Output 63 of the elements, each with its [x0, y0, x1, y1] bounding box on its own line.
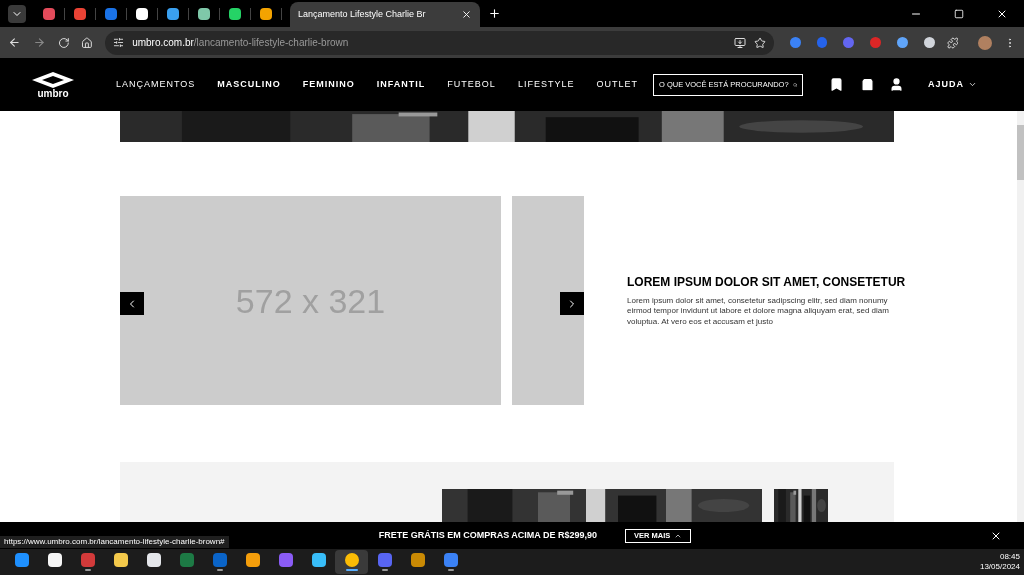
site-icon	[260, 7, 272, 20]
site-icon	[43, 7, 55, 20]
feature-text: Lorem ipsum dolor sit amet, consetetur sadipscing elitr, sed diam nonumy eirmod tempor invidunt ut labore et dolore magna aliquyam erat, sed diam voluptua. At vero eos et accusam et justo	[627, 295, 890, 328]
close-icon[interactable]	[461, 9, 472, 20]
tab-title: Lançamento Lifestyle Charlie Br	[298, 7, 427, 21]
avatar[interactable]	[978, 35, 993, 50]
user-icon[interactable]	[889, 77, 904, 92]
nav-link[interactable]: INFANTIL	[376, 77, 426, 92]
app-icon	[278, 553, 293, 567]
clock-date: 13/05/2024	[979, 562, 1020, 572]
back-icon[interactable]	[8, 36, 21, 49]
site-icon	[167, 7, 179, 20]
site-icon	[105, 7, 117, 20]
new-tab-icon[interactable]	[488, 7, 501, 20]
nav-link[interactable]: LIFESTYLE	[517, 77, 575, 92]
app-icon	[443, 553, 458, 567]
bookmark-star-icon[interactable]	[753, 36, 766, 49]
app-icon	[179, 553, 194, 567]
extension-icon[interactable]	[923, 37, 935, 48]
caret-icon	[968, 80, 977, 89]
app-icon	[80, 553, 95, 567]
app-icon	[113, 553, 128, 567]
reload-icon[interactable]	[57, 36, 70, 49]
maximize-icon[interactable]	[954, 8, 964, 19]
app-icon	[377, 553, 392, 567]
site-info-icon[interactable]	[113, 37, 125, 48]
address-bar[interactable]: umbro.com.br/lancamento-lifestyle-charlie-brown	[105, 30, 774, 55]
app-icon	[146, 553, 161, 567]
scrollbar[interactable]	[1017, 111, 1024, 522]
app-icon	[47, 553, 62, 567]
site-icon	[74, 7, 86, 20]
bookmark-icon[interactable]	[829, 77, 844, 92]
app-icon	[410, 553, 425, 567]
home-icon[interactable]	[81, 36, 94, 49]
bag-icon[interactable]	[860, 77, 875, 92]
app-icon	[311, 553, 326, 567]
nav-link[interactable]: LANÇAMENTOS	[116, 77, 196, 92]
site-icon	[229, 7, 241, 20]
extensions-icon[interactable]	[946, 36, 959, 49]
nav-link[interactable]: FUTEBOL	[447, 77, 496, 92]
tab-search-button[interactable]	[8, 4, 26, 23]
app-icon	[245, 553, 260, 567]
app-icon	[212, 553, 227, 567]
site-icon	[136, 7, 148, 20]
app-icon	[344, 553, 359, 567]
feature-title: LOREM IPSUM DOLOR SIT AMET, CONSETETUR	[627, 273, 906, 290]
extension-icon[interactable]	[897, 37, 908, 48]
app-icon	[14, 553, 29, 567]
forward-icon[interactable]	[32, 36, 46, 49]
taskbar-app[interactable]	[335, 550, 368, 574]
url-text: umbro.com.br/lancamento-lifestyle-charlie-brown	[132, 36, 349, 50]
install-icon[interactable]	[733, 36, 746, 49]
promo-text: FRETE GRÁTIS EM COMPRAS ACIMA DE R$299,90	[378, 528, 598, 542]
next-button[interactable]	[560, 292, 584, 315]
clock-time: 08:45	[999, 552, 1020, 562]
nav-link[interactable]: OUTLET	[596, 77, 638, 92]
previous-button[interactable]	[120, 292, 144, 315]
site-icon	[198, 7, 210, 20]
nav-link[interactable]: FEMININO	[302, 77, 355, 92]
help-menu[interactable]: AJUDA	[928, 77, 977, 92]
status-url: https://www.umbro.com.br/lancamento-lifestyle-charlie-brown#	[0, 536, 229, 548]
browser-tab[interactable]: Lançamento Lifestyle Charlie Br	[290, 2, 480, 27]
nav-link[interactable]: MASCULINO	[217, 77, 281, 92]
